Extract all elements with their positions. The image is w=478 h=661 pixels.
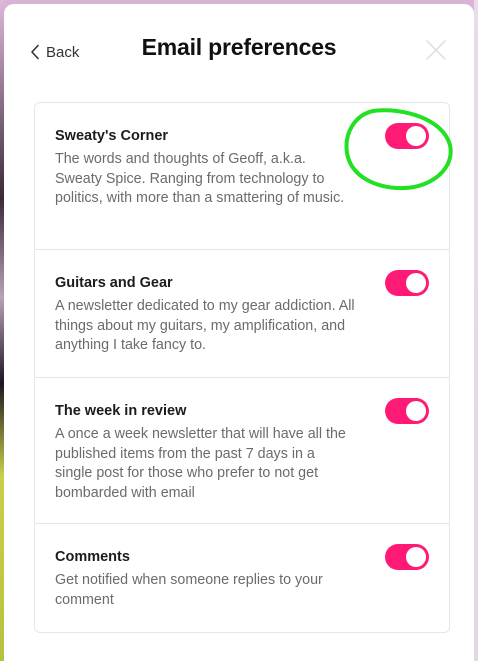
toggle-knob xyxy=(406,273,426,293)
subscription-toggle[interactable] xyxy=(385,544,429,570)
newsletter-description: A once a week newsletter that will have … xyxy=(55,426,346,501)
newsletter-list: Sweaty's Corner The words and thoughts o… xyxy=(34,102,450,633)
newsletter-item: The week in review A once a week newslet… xyxy=(35,378,449,524)
page-title: Email preferences xyxy=(141,34,337,60)
newsletter-name: The week in review xyxy=(55,403,187,419)
newsletter-name: Sweaty's Corner xyxy=(55,128,169,144)
newsletter-item: Sweaty's Corner The words and thoughts o… xyxy=(35,103,449,250)
toggle-knob xyxy=(406,401,426,421)
newsletter-description: Get notified when someone replies to you… xyxy=(55,572,323,608)
newsletter-description: The words and thoughts of Geoff, a.k.a. … xyxy=(55,151,345,206)
newsletter-name: Guitars and Gear xyxy=(55,275,173,291)
newsletter-item: Guitars and Gear A newsletter dedicated … xyxy=(35,250,449,378)
close-button[interactable] xyxy=(424,38,448,62)
background-right-edge xyxy=(474,0,478,661)
email-preferences-modal: Back Email preferences Sweaty's Corner T… xyxy=(4,4,474,661)
toggle-knob xyxy=(406,126,426,146)
close-icon xyxy=(424,40,448,66)
newsletter-item: Comments Get notified when someone repli… xyxy=(35,524,449,632)
subscription-toggle[interactable] xyxy=(385,398,429,424)
subscription-toggle[interactable] xyxy=(385,123,429,149)
newsletter-name: Comments xyxy=(55,549,130,565)
toggle-knob xyxy=(406,547,426,567)
modal-header: Back Email preferences xyxy=(4,4,474,94)
subscription-toggle[interactable] xyxy=(385,270,429,296)
newsletter-description: A newsletter dedicated to my gear addict… xyxy=(55,298,355,353)
